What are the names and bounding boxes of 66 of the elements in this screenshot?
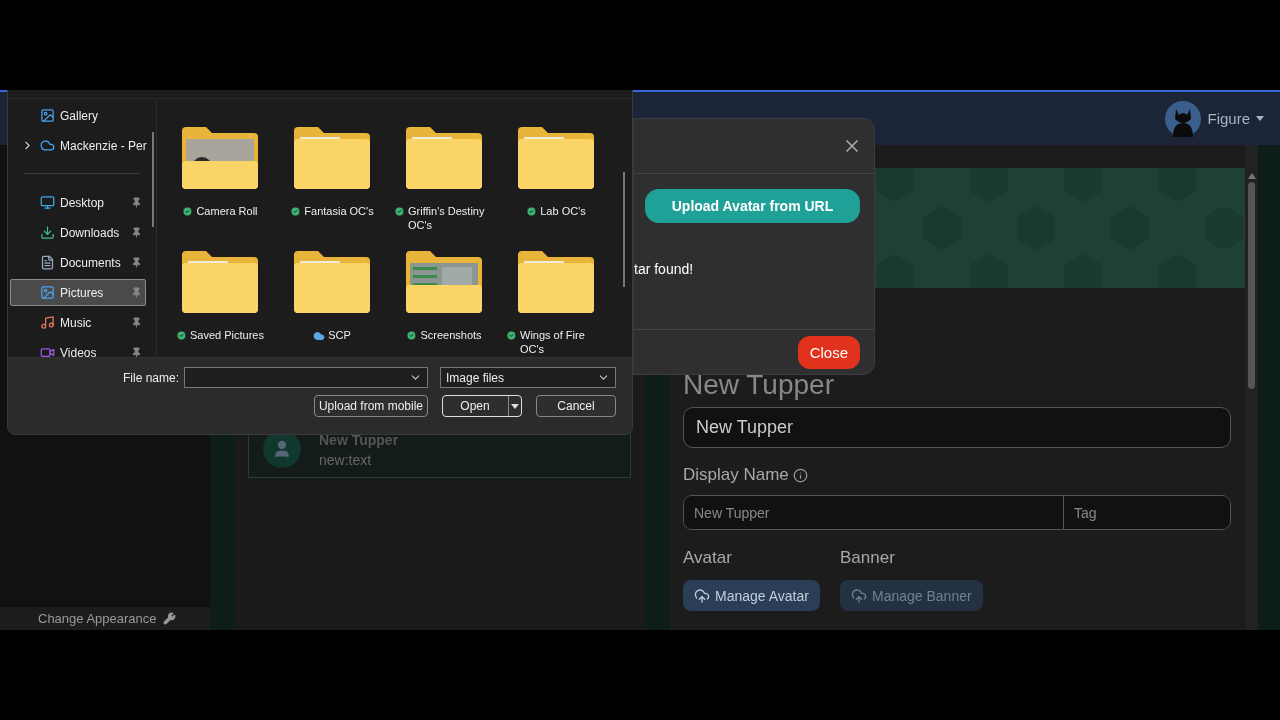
download-icon <box>40 225 55 240</box>
folder-icon[interactable] <box>516 251 596 313</box>
status-message: tar found! <box>634 261 695 277</box>
pin-icon <box>131 197 142 208</box>
nav-item[interactable]: Downloads <box>10 219 146 246</box>
caret-icon[interactable] <box>511 403 519 409</box>
user-menu[interactable]: Figure <box>1207 110 1250 127</box>
tupper-brackets: new:text <box>319 452 373 468</box>
folder-name[interactable]: Saved Pictures <box>190 328 264 342</box>
folder-name[interactable]: Griffin's Destiny OC's <box>408 204 494 232</box>
folder-icon[interactable] <box>180 127 260 189</box>
cloud-icon <box>40 138 55 153</box>
scrollbar-thumb[interactable] <box>1248 182 1255 389</box>
close-button[interactable]: Close <box>797 335 860 369</box>
file-name-label: File name: <box>122 370 179 385</box>
tupper-heading: New Tupper <box>683 368 835 402</box>
nav-item[interactable]: Videos <box>10 339 146 357</box>
folder-icon[interactable] <box>404 127 484 189</box>
folder-name[interactable]: Fantasia OC's <box>304 204 374 218</box>
pin-icon <box>131 227 142 238</box>
nav-item[interactable]: Mackenzie - Per <box>10 132 146 159</box>
folder-icon[interactable] <box>404 251 484 313</box>
folder-icon[interactable] <box>292 127 372 189</box>
dialog-button[interactable]: Cancel <box>536 395 616 417</box>
folder-icon[interactable] <box>516 127 596 189</box>
folder-icon[interactable] <box>292 251 372 313</box>
nav-item[interactable]: Pictures <box>10 279 146 306</box>
folder-name[interactable]: Wings of Fire OC's <box>520 328 606 356</box>
folder-name[interactable]: SCP <box>328 328 351 342</box>
tag-input[interactable]: Tag <box>1063 496 1230 529</box>
cloud-upload-icon <box>694 587 710 604</box>
pin-icon <box>131 257 142 268</box>
document-icon <box>40 255 55 270</box>
pin-icon <box>131 347 142 357</box>
scroll-up-icon[interactable] <box>1247 173 1256 179</box>
field-label: Banner <box>840 548 896 568</box>
video-icon <box>40 345 55 357</box>
open-button[interactable]: Open <box>442 395 522 417</box>
folder-name[interactable]: Camera Roll <box>196 204 258 218</box>
tupper-name: New Tupper <box>319 432 399 448</box>
nav-item[interactable]: Desktop <box>10 189 146 216</box>
nav-item[interactable]: Music <box>10 309 146 336</box>
wrench-icon[interactable] <box>162 612 176 625</box>
monitor-icon <box>40 195 55 210</box>
display-name-input[interactable]: New Tupper <box>684 496 1063 529</box>
file-type-select[interactable]: Image files <box>440 367 616 388</box>
pin-icon <box>131 287 142 298</box>
avatar[interactable] <box>1165 100 1202 137</box>
cloud-upload-icon <box>851 587 867 604</box>
music-note-icon <box>40 315 55 330</box>
folder-name[interactable]: Screenshots <box>420 328 482 342</box>
manage-button[interactable]: Manage Avatar <box>683 580 820 611</box>
folder-name[interactable]: Lab OC's <box>540 204 586 218</box>
caret-icon[interactable] <box>1256 115 1264 122</box>
info-icon[interactable] <box>792 467 808 483</box>
dialog-button[interactable]: Upload from mobile <box>313 395 428 417</box>
gallery-icon <box>40 108 55 123</box>
nav-item[interactable]: Documents <box>10 249 146 276</box>
image-icon <box>40 285 55 300</box>
nav-item[interactable]: Gallery <box>10 102 146 129</box>
file-name-field[interactable] <box>184 367 428 388</box>
name-input[interactable]: New Tupper <box>683 407 1231 448</box>
field-label: Avatar <box>683 548 733 568</box>
pin-icon <box>131 317 142 328</box>
folder-icon[interactable] <box>180 251 260 313</box>
field-label: Display Name <box>683 465 789 485</box>
